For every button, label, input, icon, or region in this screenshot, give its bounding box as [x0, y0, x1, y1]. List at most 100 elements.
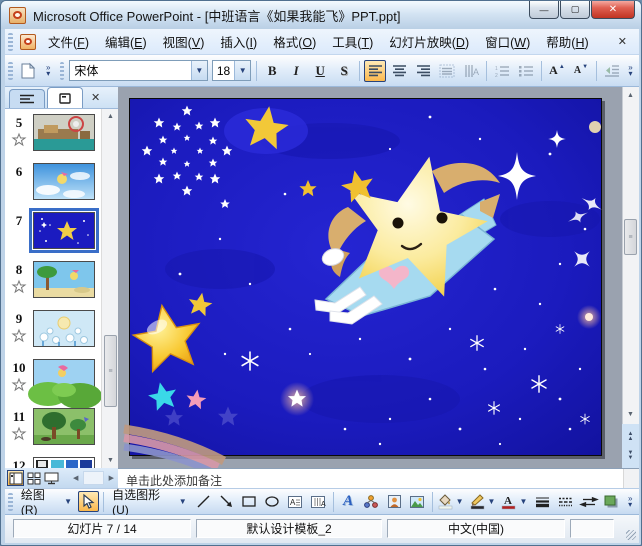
vertical-text-box-icon: A: [311, 495, 326, 508]
line-style-button[interactable]: [532, 491, 553, 512]
hscroll-left-icon[interactable]: ◀: [69, 474, 82, 482]
bullet-list-button[interactable]: [515, 60, 537, 82]
decrease-font-button[interactable]: A ▼: [570, 60, 592, 82]
status-language[interactable]: 中文(中国): [387, 519, 565, 538]
dropdown-icon[interactable]: ▼: [486, 497, 498, 506]
align-center-button[interactable]: [388, 60, 410, 82]
wordart-icon: A: [343, 493, 354, 509]
font-size-dropdown-icon[interactable]: ▼: [234, 61, 251, 80]
text-box-button[interactable]: A: [285, 491, 306, 512]
dropdown-icon[interactable]: ▼: [454, 497, 466, 506]
minimize-button[interactable]: —: [529, 1, 559, 19]
next-slide-button[interactable]: ▼ ▼: [623, 448, 638, 464]
insert-diagram-button[interactable]: [361, 491, 382, 512]
maximize-button[interactable]: ▢: [560, 1, 590, 19]
drawbar-options-icon[interactable]: » ▾: [623, 494, 637, 508]
font-size-combo[interactable]: 18 ▼: [211, 60, 252, 81]
fill-color-button[interactable]: ▼: [437, 491, 467, 512]
decrease-indent-button[interactable]: [601, 60, 623, 82]
previous-slide-button[interactable]: ▲ ▲: [623, 429, 638, 445]
underline-button[interactable]: U: [309, 60, 331, 82]
numbered-list-button[interactable]: 12: [491, 60, 513, 82]
decrease-arrow-icon: ▼: [582, 63, 589, 70]
separator: [431, 491, 433, 512]
slide-thumbnail-5[interactable]: [33, 114, 95, 151]
powerpoint-app-icon: [9, 6, 26, 24]
menu-insert[interactable]: 插入(I): [212, 29, 265, 54]
slide-thumbnail-9[interactable]: [33, 310, 95, 347]
oval-tool-button[interactable]: [262, 491, 283, 512]
line-color-button[interactable]: ▼: [469, 491, 499, 512]
line-tool-button[interactable]: [193, 491, 214, 512]
hscroll-right-icon[interactable]: ▶: [105, 474, 118, 482]
dropdown-icon: ▼: [178, 497, 187, 506]
toolbar-overflow-icon[interactable]: » ▾: [42, 63, 55, 77]
scrollbar-thumb[interactable]: ≡: [624, 219, 637, 255]
scroll-down-icon[interactable]: ▼: [623, 407, 638, 422]
draw-menu-button[interactable]: 绘图(R) ▼: [16, 484, 77, 519]
insert-wordart-button[interactable]: A: [338, 491, 359, 512]
menu-file[interactable]: 文件(F): [40, 29, 97, 54]
menu-tools[interactable]: 工具(T): [324, 29, 381, 54]
numbered-list-icon: 12: [495, 66, 510, 79]
font-name-dropdown-icon[interactable]: ▼: [190, 61, 207, 80]
font-name-combo[interactable]: 宋体 ▼: [69, 60, 208, 81]
slide-thumbnail-8[interactable]: [33, 261, 95, 298]
font-color-button[interactable]: A ▼: [500, 491, 530, 512]
scroll-up-icon[interactable]: ▲: [623, 88, 638, 103]
slide-thumbnail-10[interactable]: [28, 359, 102, 409]
arrow-tool-button[interactable]: [216, 491, 237, 512]
font-color-icon: A: [502, 495, 516, 510]
italic-button[interactable]: I: [285, 60, 307, 82]
increase-font-button[interactable]: A ▲: [546, 60, 568, 82]
close-button[interactable]: ✕: [591, 1, 635, 19]
dash-style-button[interactable]: [555, 491, 576, 512]
text-shadow-button[interactable]: S: [333, 60, 355, 82]
autoshapes-menu-button[interactable]: 自选图形(U) ▼: [107, 484, 192, 519]
menu-help[interactable]: 帮助(H): [538, 29, 596, 54]
menu-slideshow[interactable]: 幻灯片放映(D): [381, 29, 477, 54]
menu-format[interactable]: 格式(O): [265, 29, 324, 54]
scroll-down-icon[interactable]: ▼: [103, 453, 118, 468]
hscroll-track[interactable]: [83, 471, 104, 485]
distribute-text-button[interactable]: [436, 60, 458, 82]
svg-text:A: A: [321, 501, 326, 508]
select-objects-button[interactable]: [78, 491, 100, 512]
align-right-button[interactable]: [412, 60, 434, 82]
align-left-button[interactable]: [364, 59, 387, 82]
text-direction-button[interactable]: A: [460, 60, 482, 82]
slide-thumbnail-11[interactable]: [33, 408, 95, 445]
toolbar-grip2[interactable]: [59, 61, 65, 80]
drawbar-grip[interactable]: [8, 492, 13, 511]
menu-window[interactable]: 窗口(W): [477, 29, 538, 54]
tab-slides[interactable]: [47, 87, 83, 108]
insert-picture-button[interactable]: [407, 491, 428, 512]
insert-clipart-button[interactable]: [384, 491, 405, 512]
bold-button[interactable]: B: [261, 60, 283, 82]
panel-close-icon[interactable]: ✕: [91, 91, 100, 104]
decrease-indent-icon: [604, 64, 619, 77]
notes-pane[interactable]: 单击此处添加备注: [118, 468, 639, 488]
slide-thumbnail-7-selected[interactable]: [29, 208, 99, 253]
dropdown-icon[interactable]: ▼: [517, 497, 529, 506]
rectangle-tool-button[interactable]: [239, 491, 260, 512]
arrow-icon: [220, 495, 232, 507]
resize-grip[interactable]: [626, 530, 636, 540]
menubar-grip[interactable]: [8, 32, 13, 51]
scrollbar-thumb[interactable]: ≡: [104, 335, 117, 407]
scroll-up-icon[interactable]: ▲: [103, 109, 118, 124]
tab-outline[interactable]: [9, 89, 45, 108]
status-design-template[interactable]: 默认设计模板_2: [196, 519, 382, 538]
slide-canvas[interactable]: [123, 98, 606, 475]
slide-thumbnail-12[interactable]: [33, 457, 95, 468]
toolbar-grip[interactable]: [8, 61, 13, 80]
arrow-style-button[interactable]: [578, 491, 599, 512]
vertical-text-box-button[interactable]: A: [308, 491, 329, 512]
document-close-icon[interactable]: ✕: [618, 35, 639, 48]
menu-view[interactable]: 视图(V): [155, 29, 213, 54]
slide-thumbnail-6[interactable]: [33, 163, 95, 200]
menu-edit[interactable]: 编辑(E): [97, 29, 155, 54]
shadow-style-button[interactable]: [601, 491, 622, 512]
toolbar-options-icon[interactable]: » ▾: [624, 63, 637, 77]
new-slide-icon[interactable]: [17, 60, 39, 82]
